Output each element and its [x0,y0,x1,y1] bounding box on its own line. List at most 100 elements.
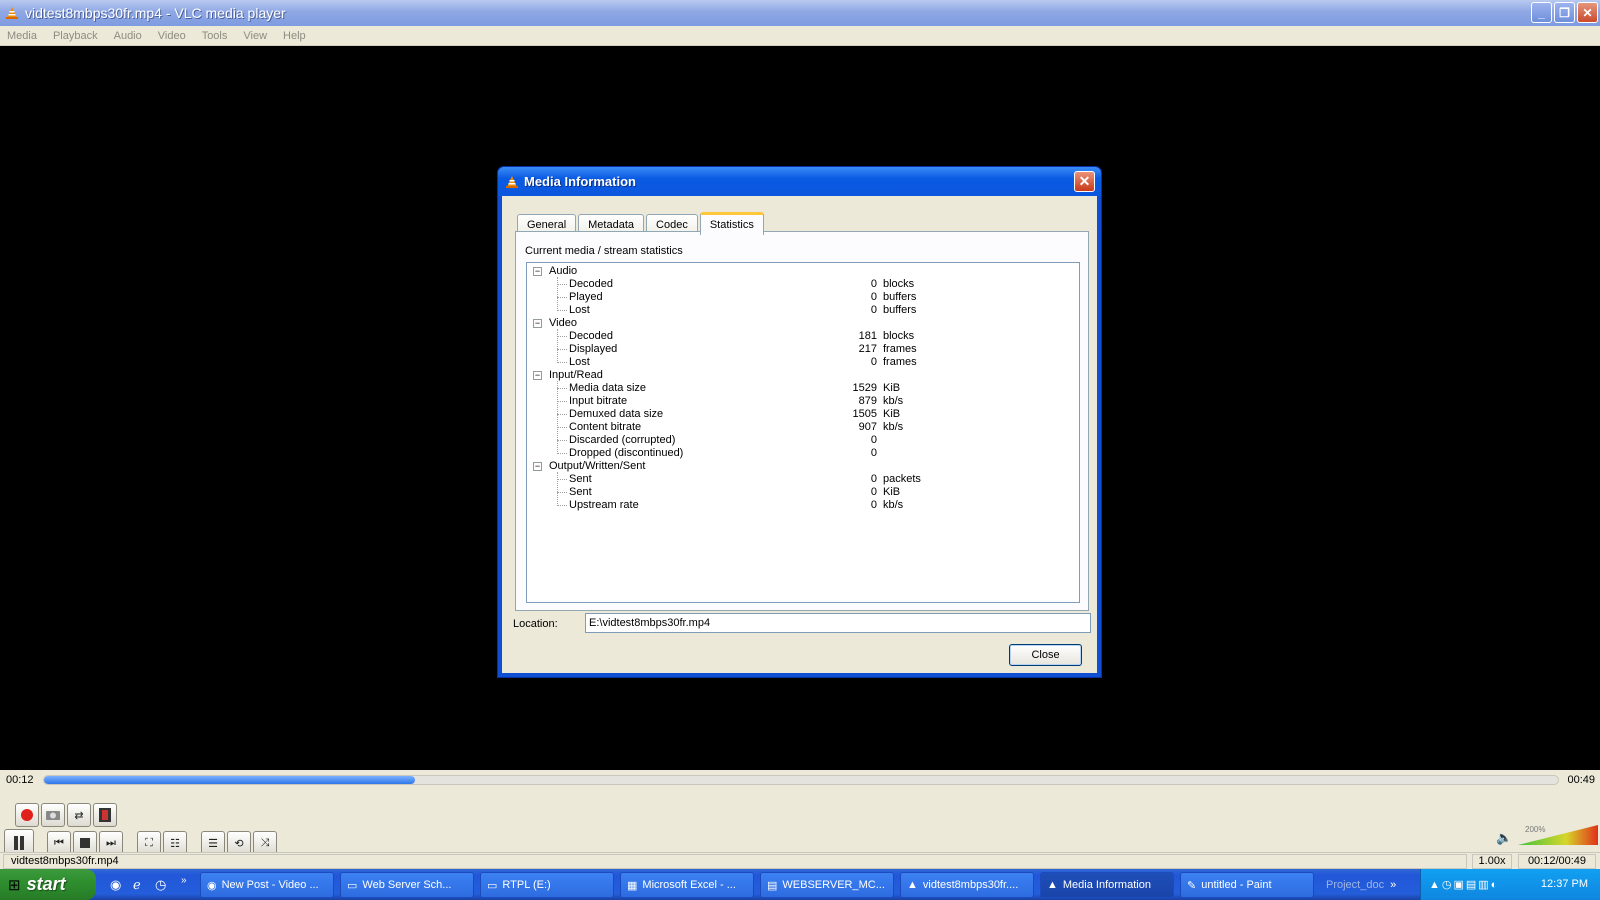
stat-label: Media data size [569,382,647,394]
tree-item[interactable]: Played 0 buffers [527,291,1067,304]
statistics-tree[interactable]: − Audio Decoded 0 blocks Played 0 buffers Lost 0 b… [526,262,1080,603]
loop-ab-button[interactable]: ⇄ [67,803,91,827]
tray-icons[interactable]: ▲◷▣▤▥◐ [1429,878,1499,891]
speaker-icon[interactable]: 🔈 [1496,830,1512,846]
stat-unit: kb/s [883,499,904,511]
menu-help[interactable]: Help [283,30,306,42]
windows-logo-icon: ⊞ [8,876,21,894]
close-button[interactable]: Close [1009,644,1082,666]
collapse-icon[interactable]: − [533,462,542,471]
tree-item[interactable]: Dropped (discontinued) 0 [527,447,1067,460]
stat-unit: kb/s [883,421,904,433]
time-display[interactable]: 00:12/00:49 [1518,854,1596,869]
stat-label: Dropped (discontinued) [569,447,684,459]
clock[interactable]: 12:37 PM [1541,878,1588,890]
stat-unit: packets [883,473,921,485]
window-close-button[interactable]: ✕ [1577,2,1598,23]
stat-label: Sent [569,473,592,485]
tree-item[interactable]: Sent 0 packets [527,473,1067,486]
tree-item[interactable]: Decoded 0 blocks [527,278,1067,291]
tree-item[interactable]: Decoded 181 blocks [527,330,1067,343]
previous-icon: ⏮ [54,836,64,849]
ie-quicklaunch-icon[interactable]: ℯ [133,877,141,893]
tab-statistics[interactable]: Statistics [699,212,764,235]
chrome-icon: ◉ [207,879,217,892]
media-information-dialog: Media Information ✕ General Metadata Cod… [497,166,1102,678]
quicklaunch-more-icon[interactable]: » [181,875,187,886]
tree-connector [557,297,567,298]
tree-item[interactable]: Content bitrate 907 kb/s [527,421,1067,434]
menu-view[interactable]: View [243,30,267,42]
stat-label: Displayed [569,343,618,355]
tree-item[interactable]: Media data size 1529 KiB [527,382,1067,395]
dialog-titlebar: Media Information [498,167,1101,196]
folder-icon: ▭ [347,879,358,892]
tree-connector [557,492,567,493]
stat-value: 0 [870,291,877,303]
taskbar-item-media-information[interactable]: ▲ Media Information [1040,872,1174,898]
taskbar-item-rtpl[interactable]: ▭ RTPL (E:) [480,872,614,898]
tree-item[interactable]: Displayed 217 frames [527,343,1067,356]
folder-icon: ▭ [487,879,498,892]
tree-item[interactable]: Demuxed data size 1505 KiB [527,408,1067,421]
taskbar-item-new-post[interactable]: ◉ New Post - Video ... [200,872,334,898]
taskbar-item-excel[interactable]: ▦ Microsoft Excel - ... [620,872,754,898]
stat-value: 0 [870,486,877,498]
stat-label: Discarded (corrupted) [569,434,676,446]
dialog-body: General Metadata Codec Statistics Curren… [502,196,1097,673]
stat-unit: buffers [883,304,917,316]
menu-media[interactable]: Media [7,30,37,42]
taskbar-item-vlc[interactable]: ▲ vidtest8mbps30fr.... [900,872,1034,898]
taskbar-item-project-doc[interactable]: Project_doc » [1320,872,1410,898]
taskbar-item-webserver-doc[interactable]: ▤ WEBSERVER_MC... [760,872,894,898]
clock-quicklaunch-icon[interactable]: ◷ [155,877,166,893]
system-tray: ▲◷▣▤▥◐ 12:37 PM [1420,869,1600,900]
volume-level: 200% [1525,825,1546,834]
collapse-icon[interactable]: − [533,267,542,276]
record-button[interactable] [15,803,39,827]
frame-by-frame-button[interactable] [93,803,117,827]
menu-video[interactable]: Video [158,30,186,42]
menu-playback[interactable]: Playback [53,30,98,42]
start-label: start [26,874,66,894]
tree-connector [557,401,567,402]
tree-item[interactable]: Sent 0 KiB [527,486,1067,499]
location-field[interactable] [585,613,1091,633]
vlc-icon: ▲ [1047,879,1058,891]
taskbar-item-paint[interactable]: ✎ untitled - Paint [1180,872,1314,898]
stat-unit: kb/s [883,395,904,407]
stat-unit: blocks [883,278,915,290]
next-icon: ⏭ [106,836,116,849]
equalizer-icon: ☷ [170,837,180,850]
stat-value: 0 [870,447,877,459]
stat-label: Content bitrate [569,421,642,433]
minimize-button[interactable]: _ [1531,2,1552,23]
dialog-close-icon[interactable]: ✕ [1074,171,1095,192]
menu-tools[interactable]: Tools [202,30,228,42]
collapse-icon[interactable]: − [533,371,542,380]
collapse-icon[interactable]: − [533,319,542,328]
stat-value: 1529 [852,382,877,394]
menu-audio[interactable]: Audio [114,30,142,42]
tree-item[interactable]: Upstream rate 0 kb/s [527,499,1067,512]
tree-item[interactable]: Discarded (corrupted) 0 [527,434,1067,447]
restore-button[interactable]: ❐ [1554,2,1575,23]
stat-unit: KiB [883,382,901,394]
stat-label: Upstream rate [569,499,639,511]
excel-icon: ▦ [627,879,638,892]
playback-speed[interactable]: 1.00x [1472,854,1512,869]
stat-unit: blocks [883,330,915,342]
start-button[interactable]: ⊞ start [0,869,96,900]
chrome-quicklaunch-icon[interactable]: ◉ [110,877,121,893]
stat-value: 217 [858,343,877,355]
taskbar-item-web-server[interactable]: ▭ Web Server Sch... [340,872,474,898]
snapshot-button[interactable] [41,803,65,827]
tree-item[interactable]: Lost 0 buffers [527,304,1067,317]
stat-label: Input bitrate [569,395,628,407]
tree-item[interactable]: Input bitrate 879 kb/s [527,395,1067,408]
vlc-cone-icon [6,7,18,19]
tree-item[interactable]: Lost 0 frames [527,356,1067,369]
stat-value: 0 [870,356,877,368]
seek-slider[interactable] [43,775,1559,785]
stat-label: Lost [569,356,590,368]
